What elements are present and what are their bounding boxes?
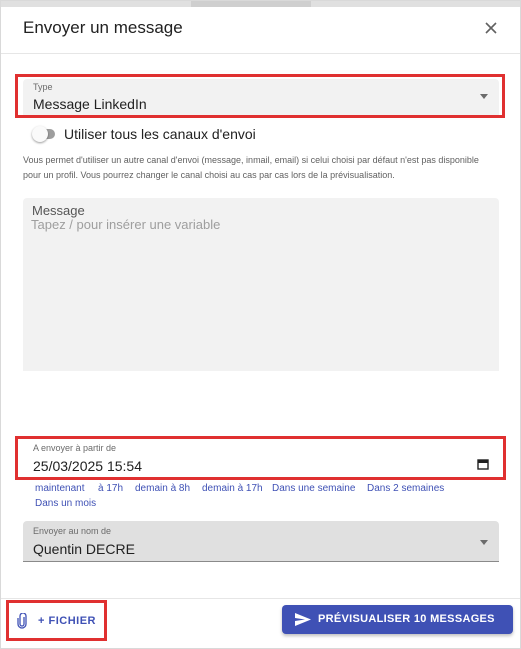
add-file-label: + FICHIER [38, 615, 96, 627]
toggle-knob [32, 126, 48, 142]
message-input[interactable] [31, 217, 491, 357]
footer-divider [1, 598, 520, 599]
sender-value: Quentin DECRE [33, 541, 135, 557]
quick-option-17h[interactable]: à 17h [98, 483, 123, 494]
type-label: Type [33, 82, 53, 92]
quick-option-one-week[interactable]: Dans une semaine [272, 483, 355, 494]
quick-option-tomorrow-17h[interactable]: demain à 17h [202, 483, 263, 494]
quick-option-tomorrow-8h[interactable]: demain à 8h [135, 483, 190, 494]
dialog-title: Envoyer un message [23, 18, 183, 37]
send-from-field[interactable]: A envoyer à partir de 25/03/2025 15:54 [23, 439, 499, 478]
quick-option-now[interactable]: maintenant [35, 483, 84, 494]
sender-label: Envoyer au nom de [33, 526, 112, 536]
type-value: Message LinkedIn [33, 96, 147, 112]
add-file-button[interactable]: + FICHIER [11, 604, 103, 638]
send-from-label: A envoyer à partir de [33, 443, 117, 453]
send-from-value: 25/03/2025 15:54 [33, 458, 142, 474]
dialog-header: Envoyer un message [1, 7, 520, 54]
calendar-icon[interactable] [477, 458, 489, 470]
all-channels-toggle[interactable] [32, 126, 55, 142]
dropdown-arrow-icon [480, 94, 488, 99]
close-icon[interactable] [480, 17, 502, 39]
sender-select[interactable]: Envoyer au nom de Quentin DECRE [23, 521, 499, 562]
message-label: Message [32, 203, 85, 218]
all-channels-help: Vous permet d'utiliser un autre canal d'… [23, 155, 479, 180]
paperclip-icon [17, 613, 27, 629]
type-select[interactable]: Type Message LinkedIn [23, 79, 499, 116]
dropdown-arrow-icon [480, 540, 488, 545]
all-channels-label: Utiliser tous les canaux d'envoi [64, 126, 256, 142]
quick-option-one-month[interactable]: Dans un mois [35, 498, 96, 509]
send-message-dialog: Envoyer un message Type Message LinkedIn… [0, 0, 521, 649]
send-icon [295, 613, 311, 626]
preview-messages-label: PRÉVISUALISER 10 MESSAGES [318, 613, 495, 625]
message-field: Message [23, 198, 499, 371]
quick-option-two-weeks[interactable]: Dans 2 semaines [367, 483, 444, 494]
preview-messages-button[interactable]: PRÉVISUALISER 10 MESSAGES [282, 605, 513, 634]
